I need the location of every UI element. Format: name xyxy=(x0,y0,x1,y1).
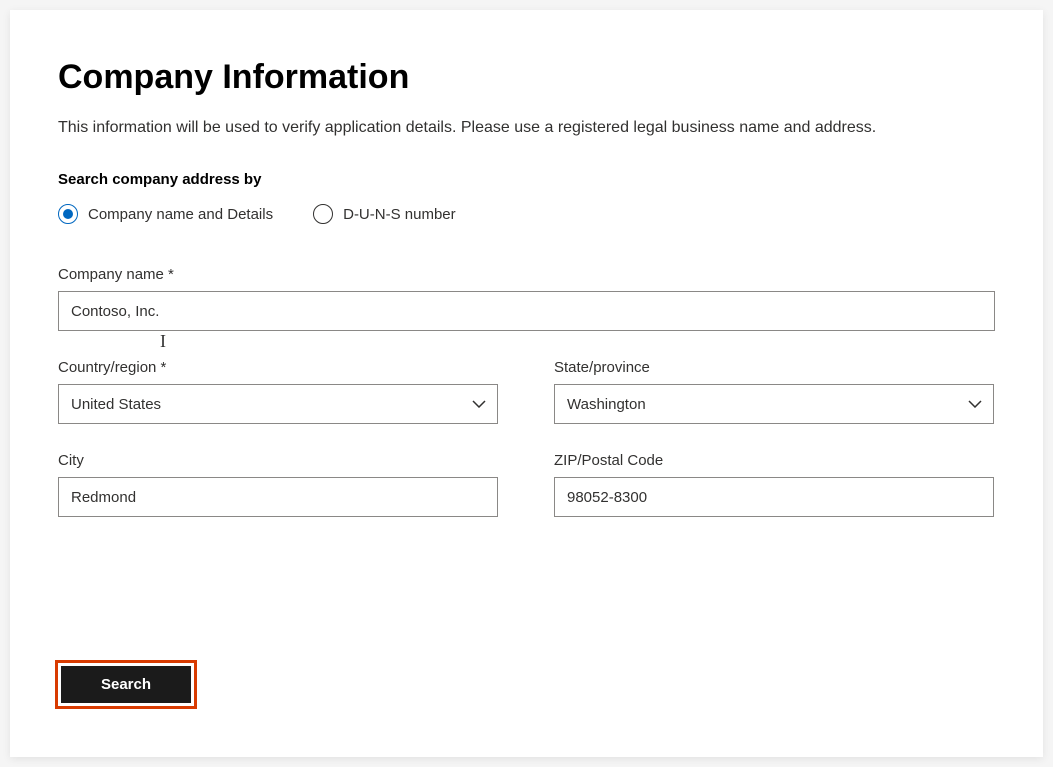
search-by-label: Search company address by xyxy=(58,171,995,188)
company-name-input[interactable] xyxy=(58,291,995,331)
state-province-group: State/province Washington xyxy=(554,359,994,424)
company-name-label: Company name * xyxy=(58,266,995,283)
zip-postal-group: ZIP/Postal Code xyxy=(554,452,994,517)
radio-duns-number[interactable]: D-U-N-S number xyxy=(313,204,456,224)
search-button[interactable]: Search xyxy=(61,666,191,703)
text-cursor-icon: I xyxy=(160,331,166,352)
state-province-select[interactable]: Washington xyxy=(554,384,994,424)
radio-unselected-icon xyxy=(313,204,333,224)
radio-selected-icon xyxy=(58,204,78,224)
city-group: City xyxy=(58,452,498,517)
search-by-radio-group: Company name and Details D-U-N-S number xyxy=(58,204,995,224)
radio-company-name-details[interactable]: Company name and Details xyxy=(58,204,273,224)
city-label: City xyxy=(58,452,498,469)
city-input[interactable] xyxy=(58,477,498,517)
company-information-form: Company Information This information wil… xyxy=(10,10,1043,757)
zip-postal-input[interactable] xyxy=(554,477,994,517)
company-name-group: Company name * xyxy=(58,266,995,331)
radio-label: D-U-N-S number xyxy=(343,206,456,223)
country-region-select[interactable]: United States xyxy=(58,384,498,424)
country-region-label: Country/region * xyxy=(58,359,498,376)
radio-label: Company name and Details xyxy=(88,206,273,223)
state-province-value: Washington xyxy=(567,396,646,413)
search-button-highlight: Search xyxy=(55,660,197,709)
page-description: This information will be used to verify … xyxy=(58,119,995,137)
page-title: Company Information xyxy=(58,58,995,97)
country-region-group: Country/region * United States xyxy=(58,359,498,424)
country-region-value: United States xyxy=(71,396,161,413)
state-province-label: State/province xyxy=(554,359,994,376)
zip-postal-label: ZIP/Postal Code xyxy=(554,452,994,469)
